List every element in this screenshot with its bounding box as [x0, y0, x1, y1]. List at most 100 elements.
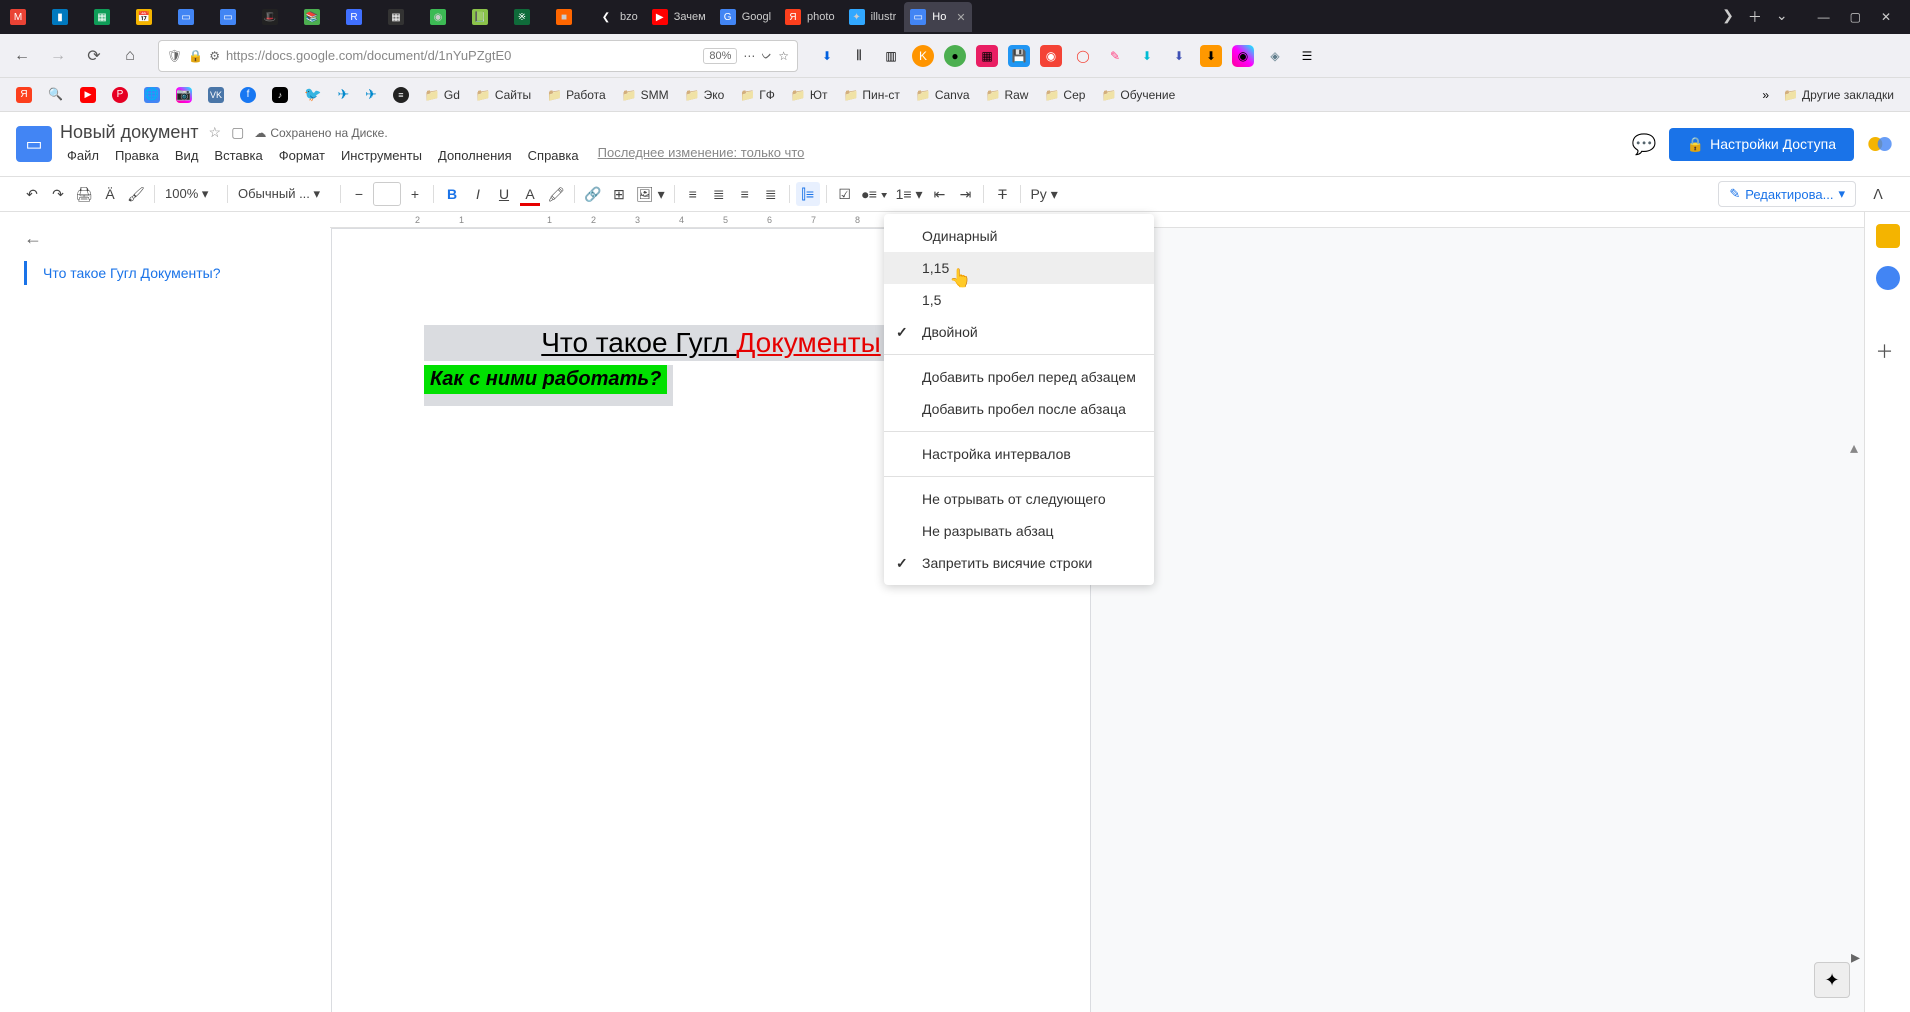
- ext-icon[interactable]: ✎: [1104, 45, 1126, 67]
- bookmark[interactable]: 🌐: [138, 83, 166, 107]
- pocket-icon[interactable]: ᨆ: [761, 48, 772, 63]
- tab[interactable]: R: [340, 2, 380, 32]
- keep-icon[interactable]: [1876, 266, 1900, 290]
- font-size[interactable]: [373, 182, 401, 206]
- bookmark-folder[interactable]: Сер: [1038, 84, 1091, 106]
- line-spacing-button[interactable]: ⫿≡: [796, 182, 820, 206]
- spacing-15[interactable]: 1,5: [884, 284, 1154, 316]
- keep-lines-together[interactable]: Не разрывать абзац: [884, 515, 1154, 547]
- bookmark[interactable]: ▶: [74, 83, 102, 107]
- star-icon[interactable]: ☆: [209, 124, 222, 141]
- number-list-button[interactable]: 1≡ ▾: [893, 182, 926, 206]
- more-icon[interactable]: ⋯: [743, 49, 755, 63]
- menu-file[interactable]: Файл: [60, 145, 106, 166]
- comment-button[interactable]: ⊞: [607, 182, 631, 206]
- bookmark[interactable]: 🔍: [42, 83, 70, 107]
- calendar-icon[interactable]: [1876, 224, 1900, 248]
- indent-decrease-button[interactable]: ⇤: [927, 182, 951, 206]
- ext-icon[interactable]: 💾: [1008, 45, 1030, 67]
- tab[interactable]: ❮bzo: [592, 2, 644, 32]
- highlight-button[interactable]: 🖍: [544, 182, 568, 206]
- menu-help[interactable]: Справка: [521, 145, 586, 166]
- add-space-before[interactable]: Добавить пробел перед абзацем: [884, 361, 1154, 393]
- spacing-115[interactable]: 1,15: [884, 252, 1154, 284]
- tasks-icon[interactable]: ＋: [1876, 338, 1900, 362]
- comments-icon[interactable]: 💬: [1632, 132, 1657, 157]
- custom-spacing[interactable]: Настройка интервалов: [884, 438, 1154, 470]
- document-subheading-block[interactable]: Как с ними работать?: [424, 365, 673, 406]
- italic-button[interactable]: I: [466, 182, 490, 206]
- library-icon[interactable]: ⫼: [848, 45, 870, 67]
- bookmark[interactable]: VK: [202, 83, 230, 107]
- undo-button[interactable]: ↶: [20, 182, 44, 206]
- tab[interactable]: Яphoto: [779, 2, 841, 32]
- account-avatar-icon[interactable]: [1866, 130, 1894, 158]
- document-title[interactable]: Новый документ: [60, 122, 199, 143]
- tab[interactable]: ▶Зачем: [646, 2, 712, 32]
- tab[interactable]: 📗: [466, 2, 506, 32]
- align-center-button[interactable]: ≣: [707, 182, 731, 206]
- print-button[interactable]: 🖨: [72, 182, 96, 206]
- widow-control[interactable]: Запретить висячие строки: [884, 547, 1154, 579]
- bookmark[interactable]: Я: [10, 83, 38, 107]
- bookmark[interactable]: ✈: [331, 82, 355, 107]
- menu-format[interactable]: Формат: [272, 145, 332, 166]
- tab[interactable]: ▭: [172, 2, 212, 32]
- tab[interactable]: M: [4, 2, 44, 32]
- menu-edit[interactable]: Правка: [108, 145, 166, 166]
- menu-addons[interactable]: Дополнения: [431, 145, 519, 166]
- ext-icon[interactable]: ▦: [976, 45, 998, 67]
- bookmark-folder[interactable]: Canva: [910, 84, 976, 106]
- tab[interactable]: ▦: [382, 2, 422, 32]
- download-icon[interactable]: ⬇: [816, 45, 838, 67]
- align-left-button[interactable]: ≡: [681, 182, 705, 206]
- spacing-double[interactable]: Двойной: [884, 316, 1154, 348]
- add-space-after[interactable]: Добавить пробел после абзаца: [884, 393, 1154, 425]
- align-right-button[interactable]: ≡: [733, 182, 757, 206]
- ext-icon[interactable]: ⬇: [1168, 45, 1190, 67]
- font-decrease-button[interactable]: −: [347, 182, 371, 206]
- other-bookmarks[interactable]: Другие закладки: [1777, 84, 1900, 106]
- align-justify-button[interactable]: ≣: [759, 182, 783, 206]
- menu-tools[interactable]: Инструменты: [334, 145, 429, 166]
- bookmark[interactable]: 🐦: [298, 82, 327, 107]
- new-tab-icon[interactable]: ＋: [1748, 7, 1762, 27]
- scroll-right-icon[interactable]: ▸: [1851, 947, 1860, 968]
- reload-button[interactable]: ⟳: [80, 42, 108, 70]
- bookmark-folder[interactable]: Gd: [419, 84, 466, 106]
- paint-format-button[interactable]: 🖌: [124, 182, 148, 206]
- bookmark[interactable]: ≡: [387, 83, 415, 107]
- bookmark[interactable]: f: [234, 83, 262, 107]
- image-button[interactable]: 🖼 ▾: [633, 182, 668, 206]
- menu-view[interactable]: Вид: [168, 145, 206, 166]
- bookmark-star-icon[interactable]: ☆: [778, 49, 789, 63]
- bookmark[interactable]: ♪: [266, 83, 294, 107]
- tab[interactable]: GGoogl: [714, 2, 777, 32]
- ext-icon[interactable]: ●: [944, 45, 966, 67]
- last-edit-link[interactable]: Последнее изменение: только что: [598, 145, 805, 166]
- bookmark-folder[interactable]: Сайты: [470, 84, 537, 106]
- url-bar[interactable]: 🛡 🔒 ⚙ https://docs.google.com/document/d…: [158, 40, 798, 72]
- indent-increase-button[interactable]: ⇥: [953, 182, 977, 206]
- bookmark[interactable]: ✈: [359, 82, 383, 107]
- ext-icon[interactable]: ◈: [1264, 45, 1286, 67]
- bookmark-folder[interactable]: Raw: [980, 84, 1035, 106]
- underline-button[interactable]: U: [492, 182, 516, 206]
- input-tools-button[interactable]: Ру ▾: [1027, 182, 1060, 206]
- tab-active[interactable]: ▭Но✕: [904, 2, 971, 32]
- bookmark-folder[interactable]: Ют: [785, 84, 834, 106]
- outline-back-icon[interactable]: ←: [24, 228, 306, 249]
- ext-icon[interactable]: ◉: [1040, 45, 1062, 67]
- tab-history-icon[interactable]: ❯: [1722, 7, 1734, 27]
- link-button[interactable]: 🔗: [581, 182, 605, 206]
- clear-format-button[interactable]: T: [990, 182, 1014, 206]
- explore-button[interactable]: ✦: [1814, 962, 1850, 998]
- maximize-icon[interactable]: ▢: [1850, 10, 1861, 24]
- redo-button[interactable]: ↷: [46, 182, 70, 206]
- bookmarks-overflow-icon[interactable]: »: [1762, 88, 1769, 102]
- ext-icon[interactable]: ◉: [1232, 45, 1254, 67]
- reader-icon[interactable]: ▥: [880, 45, 902, 67]
- spacing-single[interactable]: Одинарный: [884, 220, 1154, 252]
- tab[interactable]: ▭: [214, 2, 254, 32]
- font-increase-button[interactable]: +: [403, 182, 427, 206]
